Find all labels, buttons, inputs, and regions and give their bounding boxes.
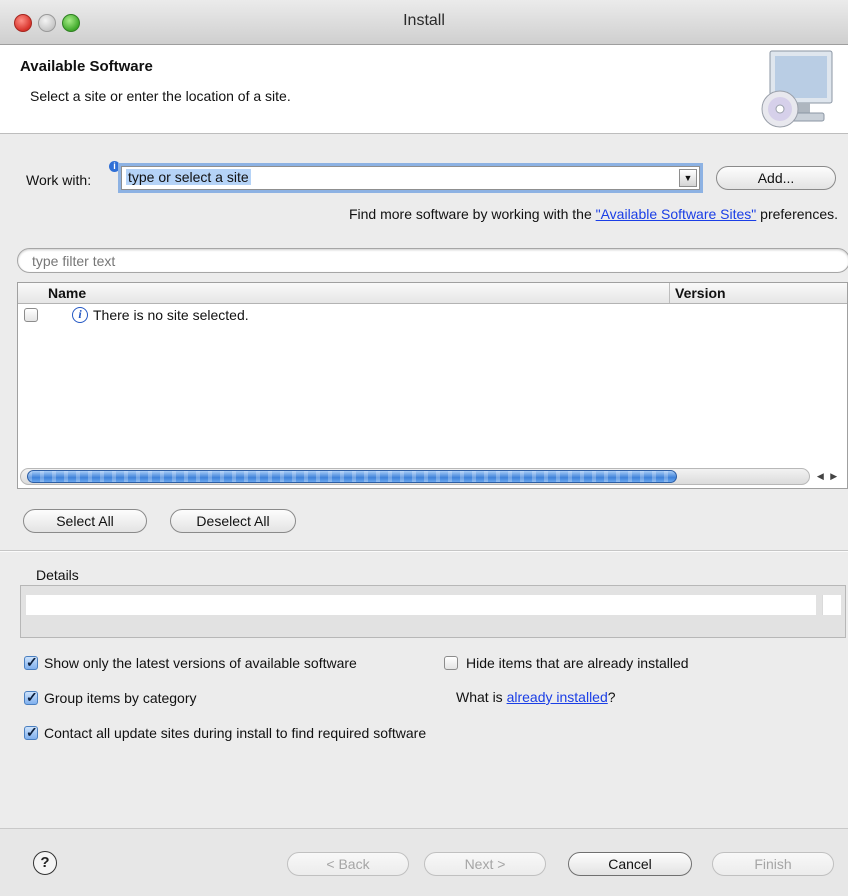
- what-is-prefix: What is: [456, 689, 507, 705]
- section-divider: [0, 550, 848, 552]
- details-label: Details: [36, 567, 79, 583]
- column-separator: [669, 283, 670, 303]
- monitor-cd-icon: [761, 50, 833, 128]
- software-table: Name Version i There is no site selected…: [17, 282, 848, 489]
- available-software-sites-link[interactable]: "Available Software Sites": [596, 206, 757, 222]
- group-by-category-label: Group items by category: [44, 690, 197, 706]
- scroll-arrows-icon[interactable]: ◀ ▶: [811, 468, 845, 485]
- details-area: [20, 585, 846, 638]
- row-name: There is no site selected.: [93, 307, 249, 323]
- column-header-version[interactable]: Version: [675, 285, 726, 301]
- wizard-header: Available Software Select a site or ente…: [0, 45, 848, 134]
- what-is-suffix: ?: [607, 689, 616, 705]
- find-more-text: Find more software by working with the "…: [349, 206, 838, 222]
- show-latest-checkbox[interactable]: [24, 654, 38, 671]
- scrollbar-track[interactable]: [20, 468, 810, 485]
- group-by-category-checkbox[interactable]: [24, 689, 38, 706]
- contact-all-sites-checkbox[interactable]: [24, 724, 38, 741]
- work-with-combo[interactable]: type or select a site ▼: [121, 166, 700, 190]
- already-installed-link[interactable]: already installed: [507, 689, 608, 705]
- details-scrollbar[interactable]: [822, 595, 841, 615]
- page-title: Available Software: [20, 58, 153, 75]
- add-site-button[interactable]: Add...: [716, 166, 836, 190]
- back-button[interactable]: < Back: [287, 852, 409, 876]
- window-title: Install: [403, 12, 445, 29]
- row-checkbox[interactable]: [24, 308, 38, 322]
- hide-installed-label: Hide items that are already installed: [466, 655, 689, 671]
- title-bar: Install: [0, 0, 848, 45]
- chevron-down-icon[interactable]: ▼: [679, 169, 697, 187]
- filter-input[interactable]: type filter text: [17, 248, 848, 273]
- help-icon[interactable]: ?: [33, 851, 57, 875]
- table-row[interactable]: i There is no site selected.: [18, 305, 847, 325]
- deselect-all-button[interactable]: Deselect All: [170, 509, 296, 533]
- cancel-button[interactable]: Cancel: [568, 852, 692, 876]
- finish-button[interactable]: Finish: [712, 852, 834, 876]
- show-latest-label: Show only the latest versions of availab…: [44, 655, 357, 671]
- work-with-label: Work with:: [26, 172, 92, 188]
- info-icon: i: [72, 307, 88, 323]
- find-more-suffix: preferences.: [756, 206, 838, 222]
- hide-installed-checkbox[interactable]: [444, 656, 458, 670]
- what-is-installed-text: What is already installed?: [456, 689, 616, 705]
- contact-all-sites-label: Contact all update sites during install …: [44, 725, 427, 741]
- page-description: Select a site or enter the location of a…: [30, 88, 291, 104]
- install-window: Install Available Software Select a site…: [0, 0, 848, 896]
- work-with-input[interactable]: type or select a site: [126, 169, 251, 185]
- find-more-prefix: Find more software by working with the: [348, 206, 596, 222]
- filter-placeholder: type filter text: [32, 253, 116, 269]
- table-header: Name Version: [18, 283, 847, 304]
- details-text-field[interactable]: [26, 595, 816, 615]
- info-icon: i: [109, 161, 120, 172]
- horizontal-scrollbar[interactable]: ◀ ▶: [20, 468, 845, 485]
- scrollbar-thumb[interactable]: [27, 470, 677, 483]
- select-all-button[interactable]: Select All: [23, 509, 147, 533]
- column-header-name[interactable]: Name: [48, 285, 86, 301]
- next-button[interactable]: Next >: [424, 852, 546, 876]
